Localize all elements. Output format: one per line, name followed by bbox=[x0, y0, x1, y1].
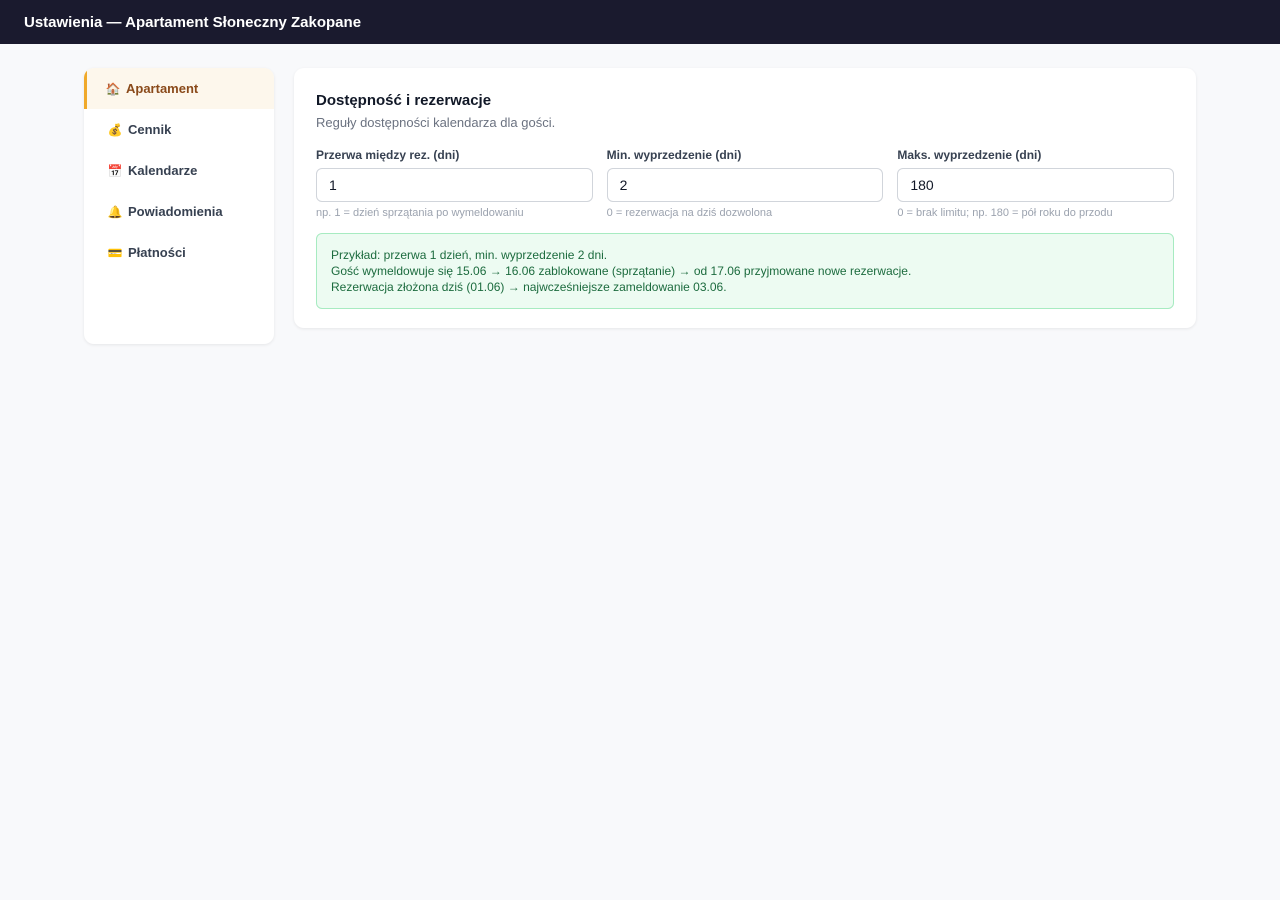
fields-row: Przerwa między rez. (dni) np. 1 = dzień … bbox=[316, 148, 1175, 219]
calendar-icon: 📅 bbox=[107, 163, 123, 178]
sidebar-item-kalendarze[interactable]: 📅 Kalendarze bbox=[84, 150, 274, 191]
page-title: Ustawienia — Apartament Słoneczny Zakopa… bbox=[24, 13, 362, 31]
field-label: Maks. wyprzedzenie (dni) bbox=[897, 148, 1042, 162]
example-line: Rezerwacja złożona dziś (01.06) → najwcz… bbox=[331, 280, 727, 294]
sidebar-item-label: Apartament bbox=[126, 81, 199, 96]
sidebar-item-label: Płatności bbox=[128, 245, 186, 260]
house-icon: 🏠 bbox=[105, 81, 121, 96]
field-label: Min. wyprzedzenie (dni) bbox=[606, 148, 742, 162]
min-advance-field: Min. wyprzedzenie (dni) 0 = rezerwacja n… bbox=[606, 148, 884, 219]
money-bag-icon: 💰 bbox=[107, 122, 123, 137]
example-line: Przykład: przerwa 1 dzień, min. wyprzedz… bbox=[331, 248, 608, 262]
field-hint: 0 = brak limitu; np. 180 = pół roku do p… bbox=[897, 207, 1113, 219]
sidebar-item-cennik[interactable]: 💰 Cennik bbox=[84, 109, 274, 150]
field-label: Przerwa między rez. (dni) bbox=[316, 148, 460, 162]
bell-icon: 🔔 bbox=[107, 204, 123, 219]
field-hint: 0 = rezerwacja na dziś dozwolona bbox=[606, 207, 773, 219]
field-hint: np. 1 = dzień sprzątania po wymeldowaniu bbox=[316, 207, 524, 219]
availability-settings-card: Dostępność i rezerwacje Reguły dostępnoś… bbox=[294, 68, 1196, 328]
max-advance-input[interactable] bbox=[897, 168, 1175, 202]
sidebar-item-apartament[interactable]: 🏠 Apartament bbox=[84, 68, 274, 109]
example-line: Gość wymeldowuje się 15.06 → 16.06 zablo… bbox=[331, 264, 912, 278]
settings-sidebar: 🏠 Apartament 💰 Cennik 📅 Kalendarze 🔔 Pow… bbox=[84, 68, 274, 344]
min-advance-input[interactable] bbox=[606, 168, 884, 202]
sidebar-item-platnosci[interactable]: 💳 Płatności bbox=[84, 232, 274, 273]
credit-card-icon: 💳 bbox=[107, 245, 123, 260]
sidebar-item-powiadomienia[interactable]: 🔔 Powiadomienia bbox=[84, 191, 274, 232]
section-subtitle: Reguły dostępności kalendarza dla gości. bbox=[316, 115, 556, 130]
section-title: Dostępność i rezerwacje bbox=[316, 92, 492, 109]
sidebar-item-label: Powiadomienia bbox=[128, 204, 223, 219]
top-bar: Ustawienia — Apartament Słoneczny Zakopa… bbox=[0, 0, 1280, 44]
sidebar-item-label: Cennik bbox=[128, 122, 172, 137]
example-info-box: Przykład: przerwa 1 dzień, min. wyprzedz… bbox=[316, 233, 1174, 309]
gap-between-bookings-field: Przerwa między rez. (dni) np. 1 = dzień … bbox=[316, 148, 593, 219]
max-advance-field: Maks. wyprzedzenie (dni) 0 = brak limitu… bbox=[897, 148, 1175, 219]
gap-between-bookings-input[interactable] bbox=[316, 168, 593, 202]
sidebar-item-label: Kalendarze bbox=[128, 163, 198, 178]
